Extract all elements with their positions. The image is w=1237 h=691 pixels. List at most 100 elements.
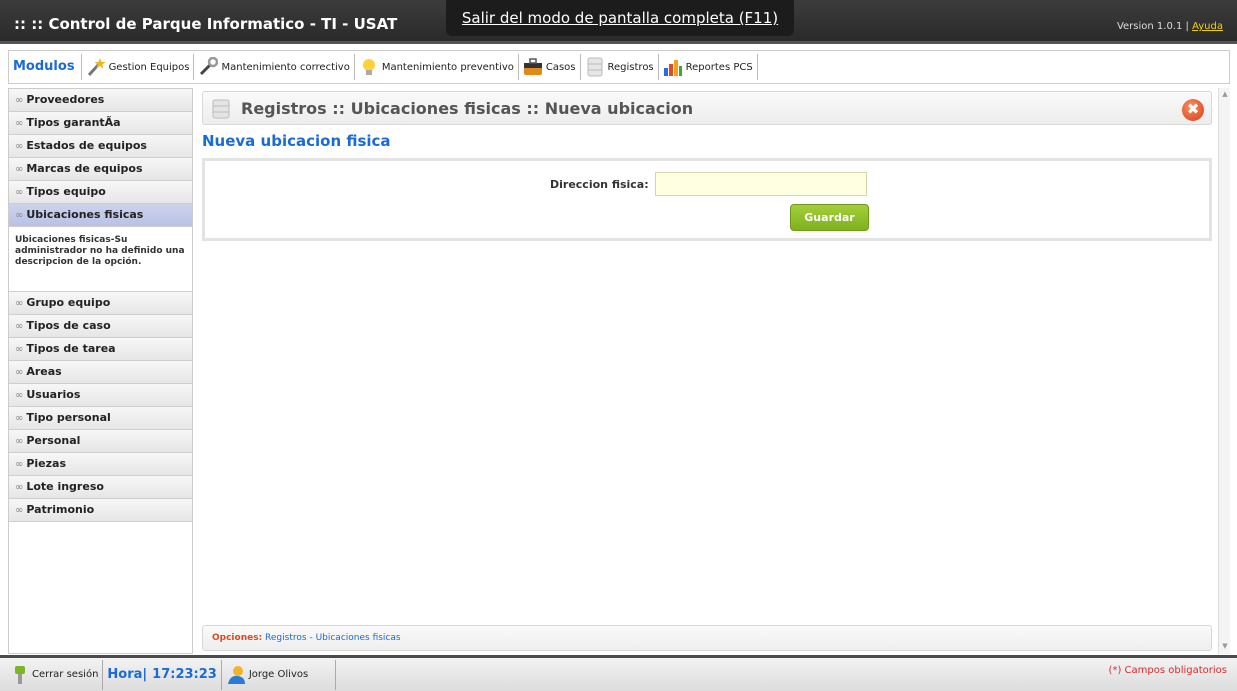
- main-scrollbar[interactable]: ▲ ▼: [1218, 88, 1230, 654]
- link-icon: ∞: [15, 298, 24, 309]
- sidebar-item-tipos-tarea[interactable]: ∞ Tipos de tarea: [9, 338, 192, 361]
- link-icon: ∞: [15, 210, 24, 221]
- sidebar-item-label: Tipos de tarea: [26, 342, 116, 355]
- sidebar-item-tipos-garantia[interactable]: ∞ Tipos garantÃa: [9, 112, 192, 135]
- link-icon: ∞: [15, 141, 24, 152]
- sidebar-item-tipos-equipo[interactable]: ∞ Tipos equipo: [9, 181, 192, 204]
- options-separator: -: [309, 633, 313, 643]
- direccion-fisica-input[interactable]: [655, 172, 867, 196]
- module-reportes-pcs[interactable]: Reportes PCS: [659, 54, 758, 80]
- magic-wand-icon: [87, 58, 106, 77]
- wrench-icon: [200, 57, 219, 76]
- sidebar-item-label: Tipos equipo: [26, 185, 106, 198]
- link-icon: ∞: [15, 482, 24, 493]
- clock: Hora| 17:23:23: [103, 659, 222, 690]
- version-info: Version 1.0.1 | Ayuda: [1117, 21, 1223, 32]
- options-link-ubicaciones[interactable]: Ubicaciones fisicas: [316, 633, 401, 643]
- link-icon: ∞: [15, 505, 24, 516]
- sidebar-item-label: Estados de equipos: [26, 139, 147, 152]
- link-icon: ∞: [15, 118, 24, 129]
- link-icon: ∞: [15, 367, 24, 378]
- clock-label: Hora|: [107, 667, 148, 682]
- module-mantenimiento-preventivo[interactable]: Mantenimiento preventivo: [355, 54, 519, 80]
- sidebar-item-marcas-equipos[interactable]: ∞ Marcas de equipos: [9, 158, 192, 181]
- modules-label: Modulos: [13, 54, 82, 80]
- database-icon: [587, 57, 603, 77]
- bar-chart-icon: [663, 60, 682, 76]
- page-title: Nueva ubicacion fisica: [202, 132, 391, 150]
- location-form: Direccion fisica: Guardar: [202, 158, 1212, 241]
- link-icon: ∞: [15, 436, 24, 447]
- status-footer: Cerrar sesión Hora| 17:23:23 Jorge Olivo…: [0, 655, 1237, 691]
- key-icon: [15, 665, 25, 684]
- sidebar-item-areas[interactable]: ∞ Areas: [9, 361, 192, 384]
- sidebar-item-label: Patrimonio: [26, 503, 95, 516]
- module-label: Reportes PCS: [685, 61, 753, 73]
- version-label: Version 1.0.1 |: [1116, 21, 1189, 32]
- breadcrumb: Registros :: Ubicaciones fisicas :: Nuev…: [202, 91, 1212, 125]
- module-registros[interactable]: Registros: [581, 54, 659, 80]
- module-mantenimiento-correctivo[interactable]: Mantenimiento correctivo: [194, 54, 355, 80]
- link-icon: ∞: [15, 459, 24, 470]
- direccion-fisica-label: Direccion fisica:: [550, 178, 649, 191]
- user-info[interactable]: Jorge Olivos: [222, 659, 336, 690]
- sidebar-item-label: Lote ingreso: [26, 480, 104, 493]
- link-icon: ∞: [15, 390, 24, 401]
- module-label: Casos: [545, 61, 576, 73]
- sidebar-item-label: Tipo personal: [26, 411, 111, 424]
- sidebar-item-lote-ingreso[interactable]: ∞ Lote ingreso: [9, 476, 192, 499]
- link-icon: ∞: [15, 187, 24, 198]
- sidebar-item-label: Personal: [26, 434, 81, 447]
- module-label: Gestion Equipos: [108, 61, 190, 73]
- module-label: Mantenimiento correctivo: [221, 61, 350, 73]
- briefcase-icon: [523, 58, 542, 75]
- sidebar-item-proveedores[interactable]: ∞ Proveedores: [9, 89, 192, 112]
- sidebar-item-grupo-equipo[interactable]: ∞ Grupo equipo: [9, 292, 192, 315]
- sidebar-option-description: Ubicaciones fisicas-Su administrador no …: [9, 227, 192, 292]
- link-icon: ∞: [15, 321, 24, 332]
- modules-toolbar: Modulos Gestion Equipos Mantenimiento co…: [8, 50, 1230, 84]
- app-title: :: :: Control de Parque Informatico - TI…: [14, 15, 398, 33]
- close-button[interactable]: ✖: [1182, 99, 1204, 121]
- module-gestion-equipos[interactable]: Gestion Equipos: [82, 54, 195, 80]
- sidebar-item-usuarios[interactable]: ∞ Usuarios: [9, 384, 192, 407]
- sidebar-item-tipo-personal[interactable]: ∞ Tipo personal: [9, 407, 192, 430]
- help-link[interactable]: Ayuda: [1192, 21, 1223, 32]
- sidebar-item-estados-equipos[interactable]: ∞ Estados de equipos: [9, 135, 192, 158]
- logout-label: Cerrar sesión: [32, 669, 99, 680]
- module-label: Mantenimiento preventivo: [381, 61, 514, 73]
- sidebar: ∞ Proveedores ∞ Tipos garantÃa ∞ Estados de…: [8, 88, 193, 654]
- sidebar-item-ubicaciones-fisicas[interactable]: ∞ Ubicaciones fisicas: [9, 204, 192, 227]
- sidebar-item-label: Proveedores: [26, 93, 105, 106]
- sidebar-item-label: Ubicaciones fisicas: [26, 208, 144, 221]
- sidebar-item-label: Piezas: [26, 457, 67, 470]
- scroll-up-icon[interactable]: ▲: [1221, 90, 1229, 98]
- breadcrumb-text: Registros :: Ubicaciones fisicas :: Nuev…: [241, 99, 694, 118]
- sidebar-item-tipos-caso[interactable]: ∞ Tipos de caso: [9, 315, 192, 338]
- sidebar-item-label: Tipos de caso: [26, 319, 111, 332]
- lightbulb-icon: [362, 59, 375, 75]
- sidebar-item-personal[interactable]: ∞ Personal: [9, 430, 192, 453]
- database-icon: [212, 99, 230, 119]
- fullscreen-exit-banner[interactable]: Salir del modo de pantalla completa (F11…: [446, 0, 794, 36]
- user-name: Jorge Olivos: [248, 669, 309, 680]
- sidebar-item-label: Areas: [26, 365, 62, 378]
- scroll-down-icon[interactable]: ▼: [1221, 642, 1229, 650]
- module-casos[interactable]: Casos: [519, 54, 581, 80]
- sidebar-item-patrimonio[interactable]: ∞ Patrimonio: [9, 499, 192, 522]
- clock-value: 17:23:23: [152, 667, 217, 682]
- link-icon: ∞: [15, 344, 24, 355]
- sidebar-item-label: Grupo equipo: [26, 296, 111, 309]
- link-icon: ∞: [15, 413, 24, 424]
- options-label: Opciones:: [212, 633, 263, 643]
- module-label: Registros: [607, 61, 654, 73]
- link-icon: ∞: [15, 164, 24, 175]
- options-bar: Opciones: Registros - Ubicaciones fisica…: [202, 625, 1212, 651]
- fullscreen-exit-text: Salir del modo de pantalla completa (F11…: [461, 9, 779, 27]
- logout-button[interactable]: Cerrar sesión: [8, 659, 104, 690]
- options-link-registros[interactable]: Registros: [265, 633, 307, 643]
- user-icon: [227, 665, 245, 684]
- save-button[interactable]: Guardar: [790, 204, 869, 231]
- sidebar-item-piezas[interactable]: ∞ Piezas: [9, 453, 192, 476]
- sidebar-item-label: Tipos garantÃa: [26, 116, 121, 129]
